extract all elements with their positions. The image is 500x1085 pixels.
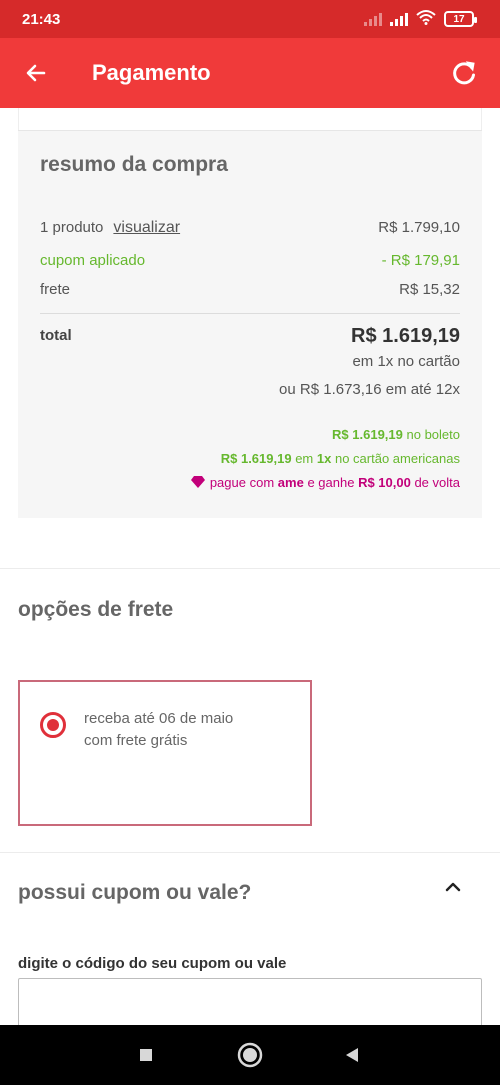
status-time: 21:43 [22, 11, 61, 28]
product-value: R$ 1.799,10 [378, 219, 460, 236]
back-nav-button[interactable] [338, 1041, 366, 1069]
battery-icon: 17 [444, 11, 477, 27]
signal-icon [390, 12, 408, 26]
ame-prefix: pague com [209, 475, 275, 490]
square-icon [140, 1049, 152, 1061]
refresh-button[interactable] [446, 55, 482, 91]
refresh-icon [453, 61, 475, 85]
app-bar: Pagamento [0, 38, 500, 108]
section-divider [0, 852, 500, 853]
signal-dim-icon [364, 12, 382, 26]
ame-amount: R$ 10,00 [358, 475, 411, 490]
view-products-link[interactable]: visualizar [113, 219, 180, 236]
total-label: total [40, 327, 72, 344]
total-card-line: em 1x no cartão [352, 353, 460, 370]
shipping-options-title: opções de frete [18, 598, 174, 621]
shipping-option-radio[interactable] [40, 712, 66, 738]
shipping-option-line1: receba até 06 de maio [84, 710, 234, 727]
product-row: 1 produto visualizar R$ 1.799,10 [40, 219, 460, 237]
shipping-label: frete [40, 281, 71, 298]
coupon-label: cupom aplicado [40, 252, 146, 269]
product-label: 1 produto [40, 219, 104, 236]
ame-suffix: de volta [414, 475, 460, 490]
shipping-value: R$ 15,32 [399, 281, 460, 298]
payment-screen: 21:43 17 Pagamento resumo da compra 1 pr… [0, 0, 500, 1085]
summary-divider [40, 313, 460, 314]
total-installments: ou R$ 1.673,16 em até 12x [279, 381, 460, 398]
boleto-amount: R$ 1.619,19 [332, 427, 403, 442]
americanas-card-price: R$ 1.619,19 em 1x no cartão americanas [221, 451, 460, 466]
ame-cashback: pague com ame e ganhe R$ 10,00 de volta [190, 475, 460, 490]
coupon-toggle-button[interactable] [442, 876, 464, 898]
shipping-option-text: receba até 06 de maio com frete grátis [84, 708, 294, 752]
back-button[interactable] [18, 55, 54, 91]
wifi-icon [416, 9, 436, 30]
shipping-option-card[interactable]: receba até 06 de maio com frete grátis [18, 680, 312, 826]
total-value: R$ 1.619,19 [351, 325, 460, 347]
shipping-row: frete R$ 15,32 [40, 281, 460, 298]
purchase-summary-card: resumo da compra 1 produto visualizar R$ … [18, 130, 482, 518]
boleto-text: no boleto [406, 427, 461, 442]
coupon-field-label: digite o código do seu cupom ou vale [18, 955, 287, 972]
recents-button[interactable] [132, 1041, 160, 1069]
status-bar: 21:43 17 [0, 0, 500, 38]
arrow-left-icon [26, 64, 46, 82]
chevron-up-icon [445, 882, 461, 892]
summary-title: resumo da compra [40, 153, 228, 176]
home-button[interactable] [236, 1041, 264, 1069]
ame-middle: e ganhe [307, 475, 355, 490]
coupon-value: - R$ 179,91 [381, 252, 460, 269]
americanas-times: 1x [316, 451, 332, 466]
americanas-middle: em [295, 451, 314, 466]
boleto-price: R$ 1.619,19 no boleto [332, 427, 460, 442]
diamond-icon [191, 476, 206, 488]
section-divider [0, 568, 500, 569]
card-top-edge [18, 108, 482, 130]
americanas-amount: R$ 1.619,19 [220, 451, 292, 466]
coupon-row: cupom aplicado - R$ 179,91 [40, 252, 460, 269]
status-icons: 17 [364, 9, 477, 30]
circle-home-icon [237, 1042, 263, 1068]
system-nav-bar [0, 1025, 500, 1085]
shipping-option-line2: com frete grátis [84, 732, 188, 749]
page-title: Pagamento [92, 60, 211, 85]
americanas-text: no cartão americanas [334, 451, 460, 466]
triangle-back-icon [346, 1048, 358, 1062]
coupon-section-title[interactable]: possui cupom ou vale? [18, 881, 251, 905]
ame-brand: ame [277, 475, 304, 490]
